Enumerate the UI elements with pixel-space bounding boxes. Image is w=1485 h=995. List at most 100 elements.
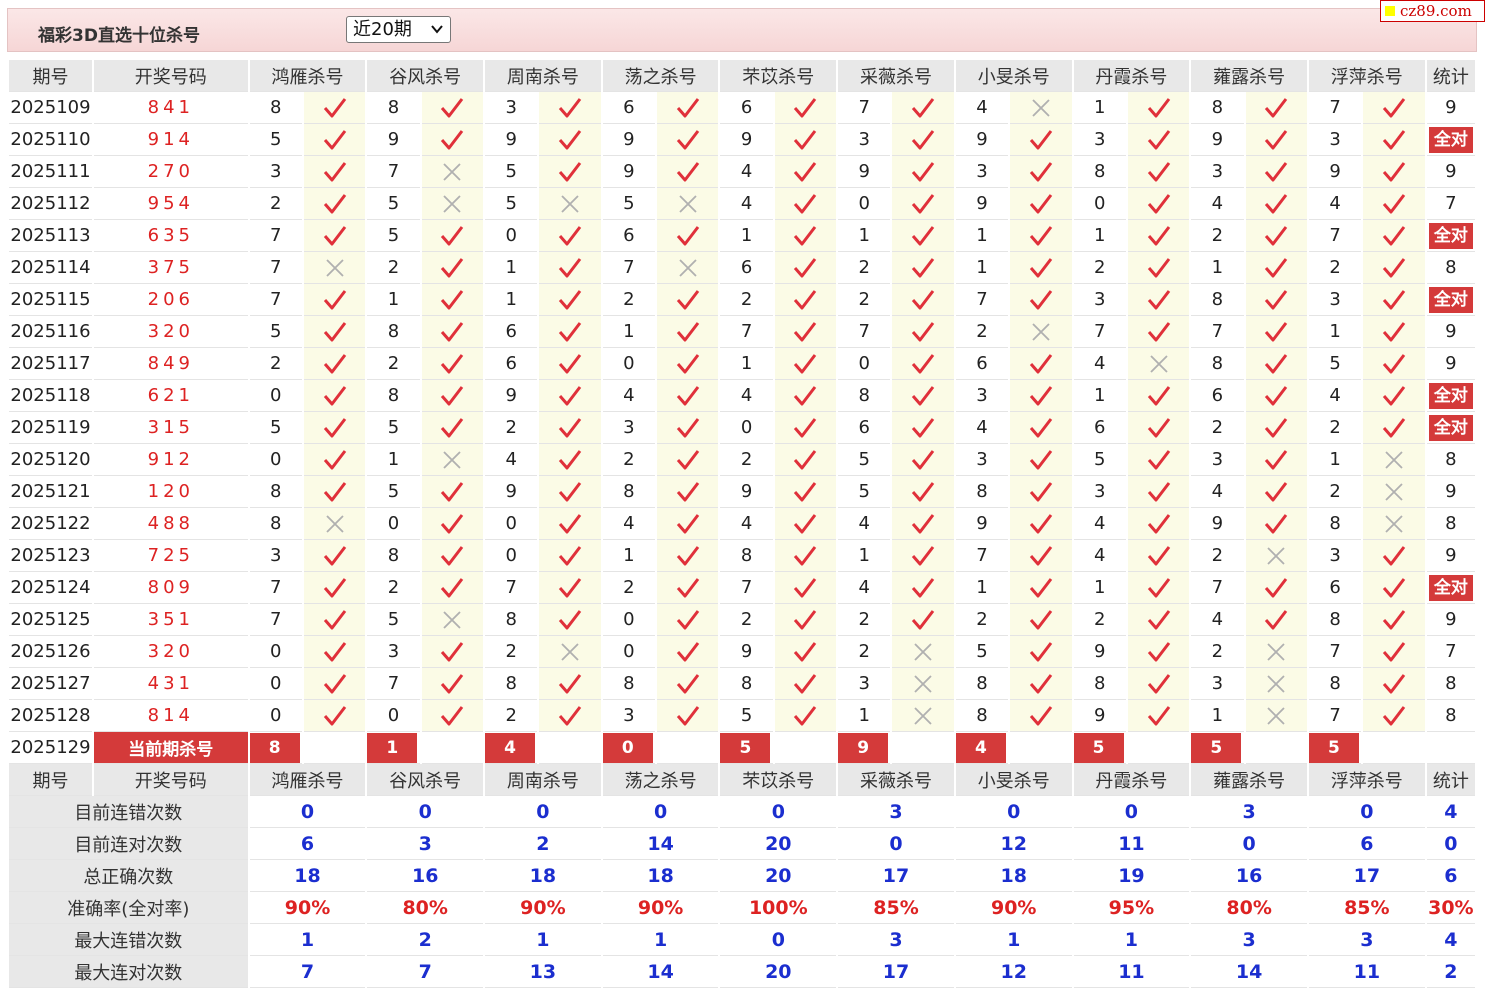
result-mark: [1245, 636, 1307, 668]
result-mark: [774, 444, 837, 476]
result-mark: [539, 156, 601, 188]
check-icon: [1010, 641, 1071, 663]
kill-pick: 5: [1073, 444, 1126, 476]
check-icon: [304, 289, 365, 311]
result-mark: [1245, 508, 1307, 540]
kill-pick: 4: [1191, 476, 1244, 508]
result-mark: [1010, 412, 1072, 444]
result-mark: [1010, 252, 1072, 284]
kill-pick: 8: [838, 380, 891, 412]
summary-value: 18: [485, 860, 601, 892]
summary-label: 总正确次数: [9, 860, 248, 892]
kill-pick: 0: [249, 636, 302, 668]
kill-pick: 3: [602, 412, 655, 444]
all-correct-badge: 全对: [1428, 222, 1473, 249]
result-mark: [1363, 636, 1425, 668]
period-select[interactable]: 近20期: [346, 16, 451, 43]
result-mark: [774, 636, 837, 668]
summary-value: 18: [249, 860, 366, 892]
result-mark: [539, 348, 601, 380]
check-icon: [775, 321, 836, 343]
result-mark: [1127, 508, 1190, 540]
kill-pick: 8: [1308, 508, 1362, 540]
current-kill-pick: 1: [367, 732, 418, 763]
result-mark: [421, 380, 484, 412]
current-kill-pick: 5: [720, 732, 771, 763]
result-mark: [303, 316, 366, 348]
result-mark: [1245, 188, 1307, 220]
result-mark: [1010, 156, 1072, 188]
current-kill-pick: 5: [1191, 732, 1242, 763]
summary-label: 最大连错次数: [9, 924, 248, 956]
summary-value: 1: [602, 924, 719, 956]
kill-pick: 6: [1073, 412, 1126, 444]
check-icon: [304, 353, 365, 375]
kill-pick: 9: [485, 476, 538, 508]
kill-pick: 4: [955, 412, 1009, 444]
kill-pick: 1: [720, 348, 773, 380]
kill-pick: 9: [1191, 124, 1244, 156]
table-row: 2025115 206 7 1 1 2 2 2 7 3 8 3 全对: [9, 284, 1475, 316]
kill-pick: 8: [720, 668, 773, 700]
kill-pick: 0: [249, 380, 302, 412]
summary-value: 12: [955, 828, 1072, 860]
stat-cell: 全对: [1426, 124, 1475, 156]
result-mark: [1127, 572, 1190, 604]
check-icon: [657, 545, 718, 567]
check-icon: [775, 577, 836, 599]
table-row: 2025109 841 8 8 3 6 6 7 4 1 8 7 9: [9, 92, 1475, 124]
result-mark: [1127, 220, 1190, 252]
check-icon: [775, 385, 836, 407]
kill-pick: 2: [367, 572, 420, 604]
kill-pick: 5: [367, 604, 420, 636]
result-mark: [892, 252, 954, 284]
kill-pick: 7: [838, 316, 891, 348]
result-mark: [656, 252, 719, 284]
result-mark: [774, 700, 837, 732]
kill-pick: 9: [720, 636, 773, 668]
kill-pick: 2: [367, 252, 420, 284]
current-pick-spacer: [1363, 732, 1425, 764]
check-icon: [539, 225, 600, 247]
period-cell: 2025118: [9, 380, 92, 412]
kill-pick: 7: [1308, 700, 1362, 732]
check-icon: [1246, 513, 1307, 535]
stat-cell: 9: [1426, 92, 1475, 124]
check-icon: [1128, 513, 1189, 535]
kill-pick: 7: [720, 572, 773, 604]
all-correct-badge: 全对: [1428, 286, 1473, 313]
check-icon: [657, 129, 718, 151]
result-mark: [1363, 188, 1425, 220]
site-logo[interactable]: cz89.com: [1380, 0, 1485, 22]
cross-icon: [1246, 706, 1307, 726]
summary-stat: 4: [1426, 796, 1475, 828]
period-cell: 2025117: [9, 348, 92, 380]
kill-pick: 9: [485, 124, 538, 156]
kill-pick: 2: [1308, 476, 1362, 508]
result-mark: [421, 220, 484, 252]
result-mark: [656, 444, 719, 476]
result-mark: [421, 92, 484, 124]
cross-icon: [1010, 322, 1071, 342]
check-icon: [422, 481, 483, 503]
check-icon: [892, 161, 953, 183]
check-icon: [1246, 193, 1307, 215]
result-mark: [656, 156, 719, 188]
summary-stat: 30%: [1426, 892, 1475, 924]
result-mark: [892, 316, 954, 348]
summary-label: 目前连错次数: [9, 796, 248, 828]
kill-pick: 6: [838, 412, 891, 444]
cross-icon: [304, 258, 365, 278]
kill-pick: 4: [1073, 540, 1126, 572]
check-icon: [304, 225, 365, 247]
result-mark: [1363, 220, 1425, 252]
check-icon: [892, 321, 953, 343]
check-icon: [539, 385, 600, 407]
check-icon: [422, 673, 483, 695]
kill-pick: 6: [1191, 380, 1244, 412]
result-mark: [1010, 508, 1072, 540]
summary-stat: 0: [1426, 828, 1475, 860]
check-icon: [657, 321, 718, 343]
kill-pick: 0: [249, 700, 302, 732]
check-icon: [422, 257, 483, 279]
